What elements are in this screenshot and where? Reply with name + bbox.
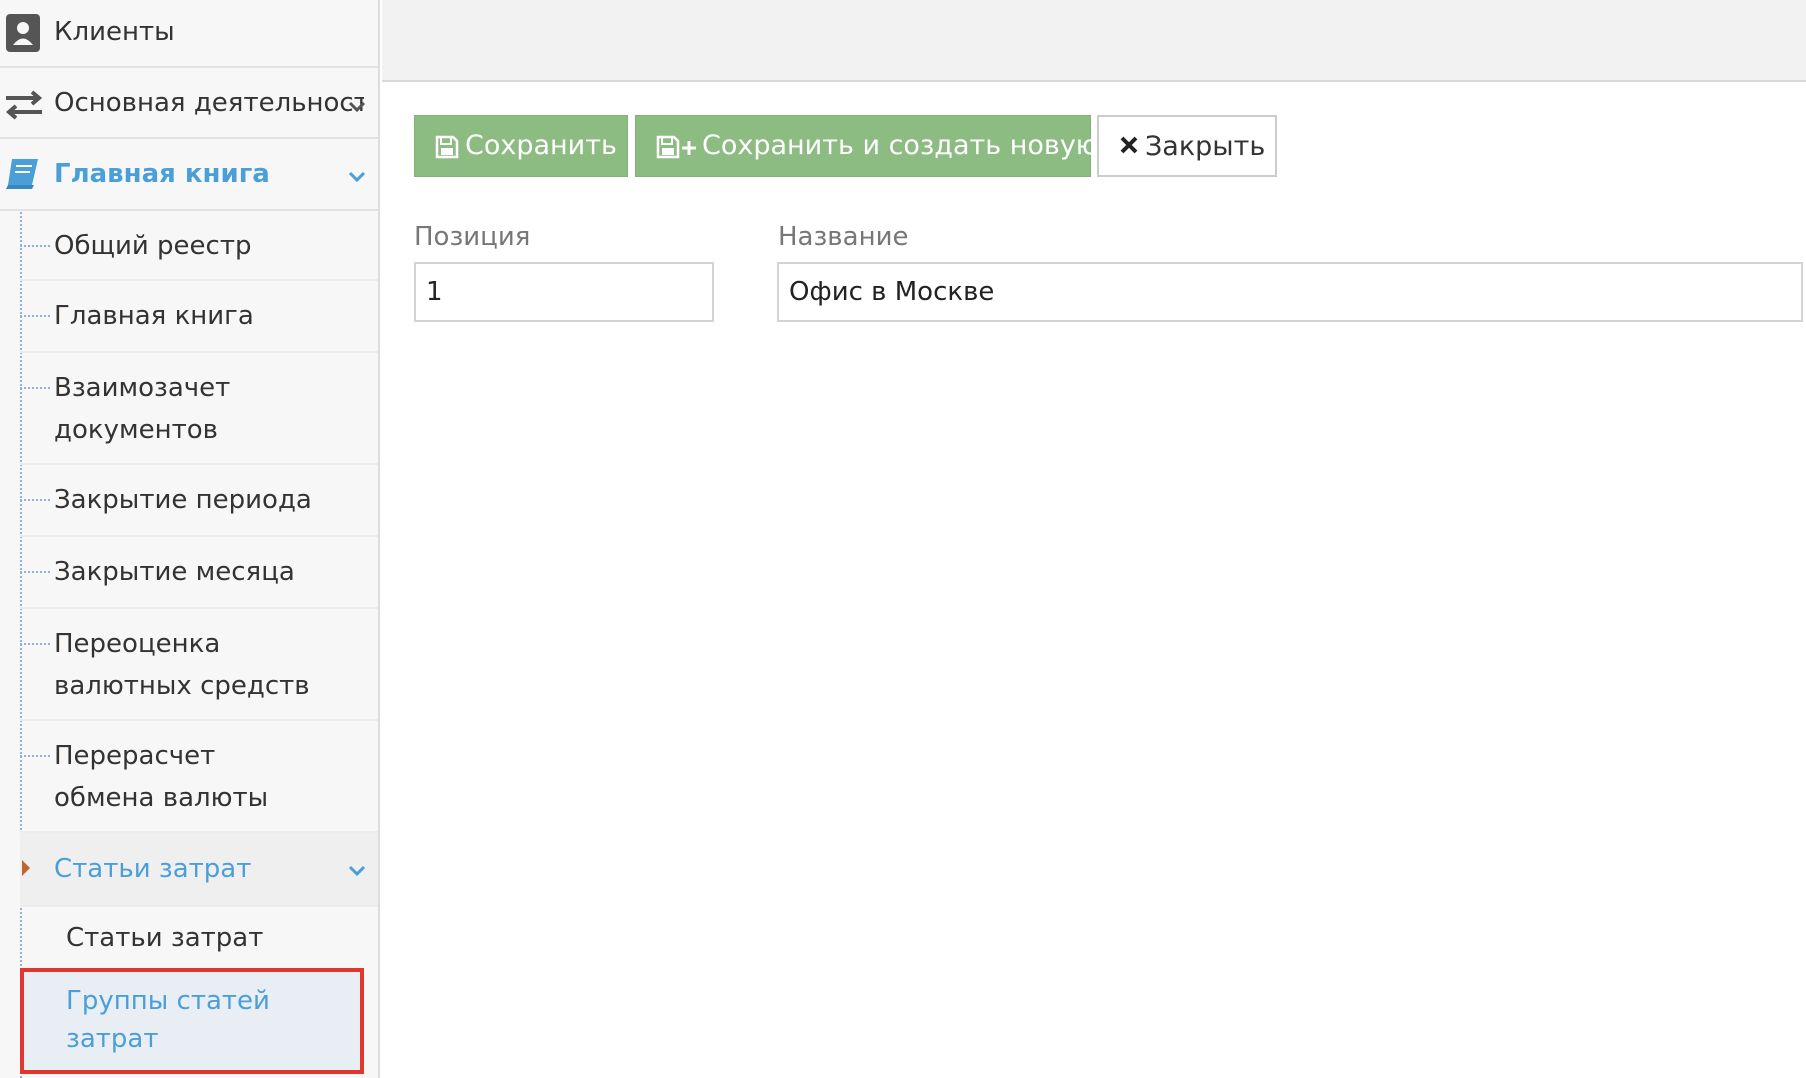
sidebar-group-general-ledger-label: Главная книга <box>54 159 270 189</box>
close-button[interactable]: Закрыть <box>1097 115 1277 177</box>
position-field[interactable]: 1 <box>414 262 714 322</box>
chevron-down-icon <box>348 865 366 877</box>
sidebar-item-label: Статьи затрат <box>66 923 264 953</box>
sidebar-item-label: Закрытие месяца <box>54 557 295 587</box>
tree-branch <box>20 571 50 573</box>
sidebar-item-label: Переоценка валютных средств <box>54 629 310 701</box>
sidebar-group-cost-items-label: Статьи затрат <box>54 854 252 884</box>
sidebar-item-exchange-recalculation[interactable]: Перерасчет обмена валюты <box>20 721 378 833</box>
sidebar-item-period-closing[interactable]: Закрытие периода <box>20 465 378 537</box>
sidebar-item-general-register[interactable]: Общий реестр <box>20 211 378 281</box>
sidebar-item-main-activity[interactable]: Основная деятельность <box>0 68 378 139</box>
sidebar-item-main-activity-label: Основная деятельность <box>54 88 364 118</box>
save-button-label: Сохранить <box>465 130 617 161</box>
tree-branch <box>20 315 50 317</box>
sidebar-item-general-ledger[interactable]: Главная книга <box>20 281 378 353</box>
chevron-down-icon <box>348 101 366 113</box>
sidebar-group-cost-items[interactable]: Статьи затрат <box>20 833 378 907</box>
tree-branch <box>20 245 50 247</box>
top-bar <box>382 0 1806 82</box>
save-and-new-button[interactable]: Сохранить и создать новую <box>635 115 1099 177</box>
close-icon <box>1120 136 1138 154</box>
save-and-new-button-label: Сохранить и создать новую <box>702 130 1099 161</box>
name-field[interactable]: Офис в Москве <box>777 262 1803 322</box>
sidebar-item-month-closing[interactable]: Закрытие месяца <box>20 537 378 609</box>
sidebar-item-label: Закрытие периода <box>54 485 312 515</box>
sidebar-item-label: Группы статей затрат <box>66 986 270 1054</box>
exchange-icon <box>5 90 43 120</box>
tree-branch <box>20 755 50 757</box>
caret-right-icon <box>22 860 30 876</box>
sidebar-item-label: Главная книга <box>54 301 254 331</box>
floppy-disk-plus-icon <box>656 135 696 159</box>
sidebar-item-offset-documents[interactable]: Взаимозачет документов <box>20 353 378 465</box>
sidebar-item-label: Перерасчет обмена валюты <box>54 741 269 813</box>
position-label: Позиция <box>414 222 531 252</box>
floppy-disk-icon <box>435 135 459 159</box>
close-button-label: Закрыть <box>1145 131 1266 162</box>
name-label: Название <box>778 222 909 252</box>
tree-branch <box>20 387 50 389</box>
tree-branch <box>20 499 50 501</box>
book-icon <box>6 159 38 189</box>
sidebar-item-cost-items[interactable]: Статьи затрат <box>20 907 378 969</box>
tree-branch <box>20 643 50 645</box>
sidebar-item-label: Взаимозачет документов <box>54 373 231 445</box>
sidebar-item-label: Общий реестр <box>54 231 252 261</box>
sidebar-item-clients[interactable]: Клиенты <box>0 0 378 68</box>
save-button[interactable]: Сохранить <box>414 115 628 177</box>
sidebar-item-clients-label: Клиенты <box>54 17 175 47</box>
sidebar: Клиенты Основная деятельность Главная кн… <box>0 0 380 1078</box>
sidebar-item-cost-item-groups[interactable]: Группы статей затрат <box>20 968 364 1074</box>
chevron-down-icon <box>348 171 366 183</box>
sidebar-group-general-ledger[interactable]: Главная книга <box>0 139 378 211</box>
sidebar-item-currency-revaluation[interactable]: Переоценка валютных средств <box>20 609 378 721</box>
contact-book-icon <box>6 14 40 52</box>
